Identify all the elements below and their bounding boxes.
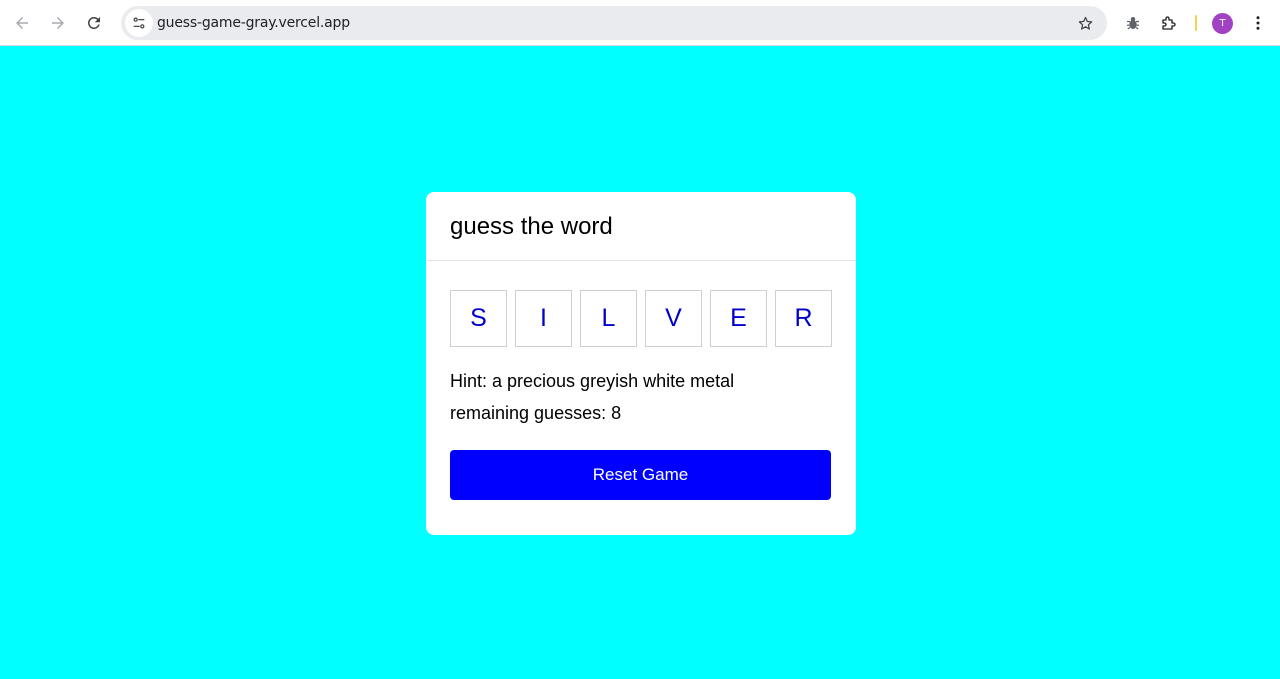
hint-text: Hint: a precious greyish white metal (450, 371, 735, 391)
reload-button[interactable] (78, 7, 110, 39)
address-bar[interactable]: guess-game-gray.vercel.app (121, 6, 1107, 40)
star-icon (1078, 16, 1092, 30)
puzzle-extension-icon (1162, 16, 1176, 30)
back-arrow-icon (16, 17, 28, 29)
site-info-icon (133, 17, 145, 29)
back-button[interactable] (6, 7, 38, 39)
extensions-button[interactable] (1158, 12, 1180, 34)
browser-menu-button[interactable] (1247, 12, 1269, 34)
letter-box: L (580, 290, 637, 347)
bookmark-button[interactable] (1075, 13, 1095, 33)
letter-box: E (710, 290, 767, 347)
bug-extension-button[interactable] (1122, 12, 1144, 34)
remaining-guesses: remaining guesses: 8 (450, 403, 622, 423)
toolbar-divider (1195, 15, 1197, 31)
profile-avatar[interactable]: T (1212, 13, 1233, 34)
page-title: guess the word (450, 213, 613, 240)
browser-toolbar: guess-game-gray.vercel.app T (0, 0, 1280, 46)
reset-game-button[interactable]: Reset Game (450, 450, 831, 500)
url-text[interactable]: guess-game-gray.vercel.app (157, 6, 350, 40)
letter-row: S I L V E R (450, 290, 832, 347)
kebab-menu-icon (1256, 16, 1260, 30)
letter-box: S (450, 290, 507, 347)
reload-icon (87, 16, 100, 29)
letter-box: R (775, 290, 832, 347)
game-card: guess the word S I L V E R Hint: a preci… (426, 192, 856, 535)
bug-extension-icon (1127, 17, 1139, 30)
letter-box: V (645, 290, 702, 347)
forward-button[interactable] (42, 7, 74, 39)
letter-box: I (515, 290, 572, 347)
forward-arrow-icon (52, 17, 64, 29)
site-info-button[interactable] (125, 9, 153, 37)
card-header: guess the word (426, 192, 856, 261)
